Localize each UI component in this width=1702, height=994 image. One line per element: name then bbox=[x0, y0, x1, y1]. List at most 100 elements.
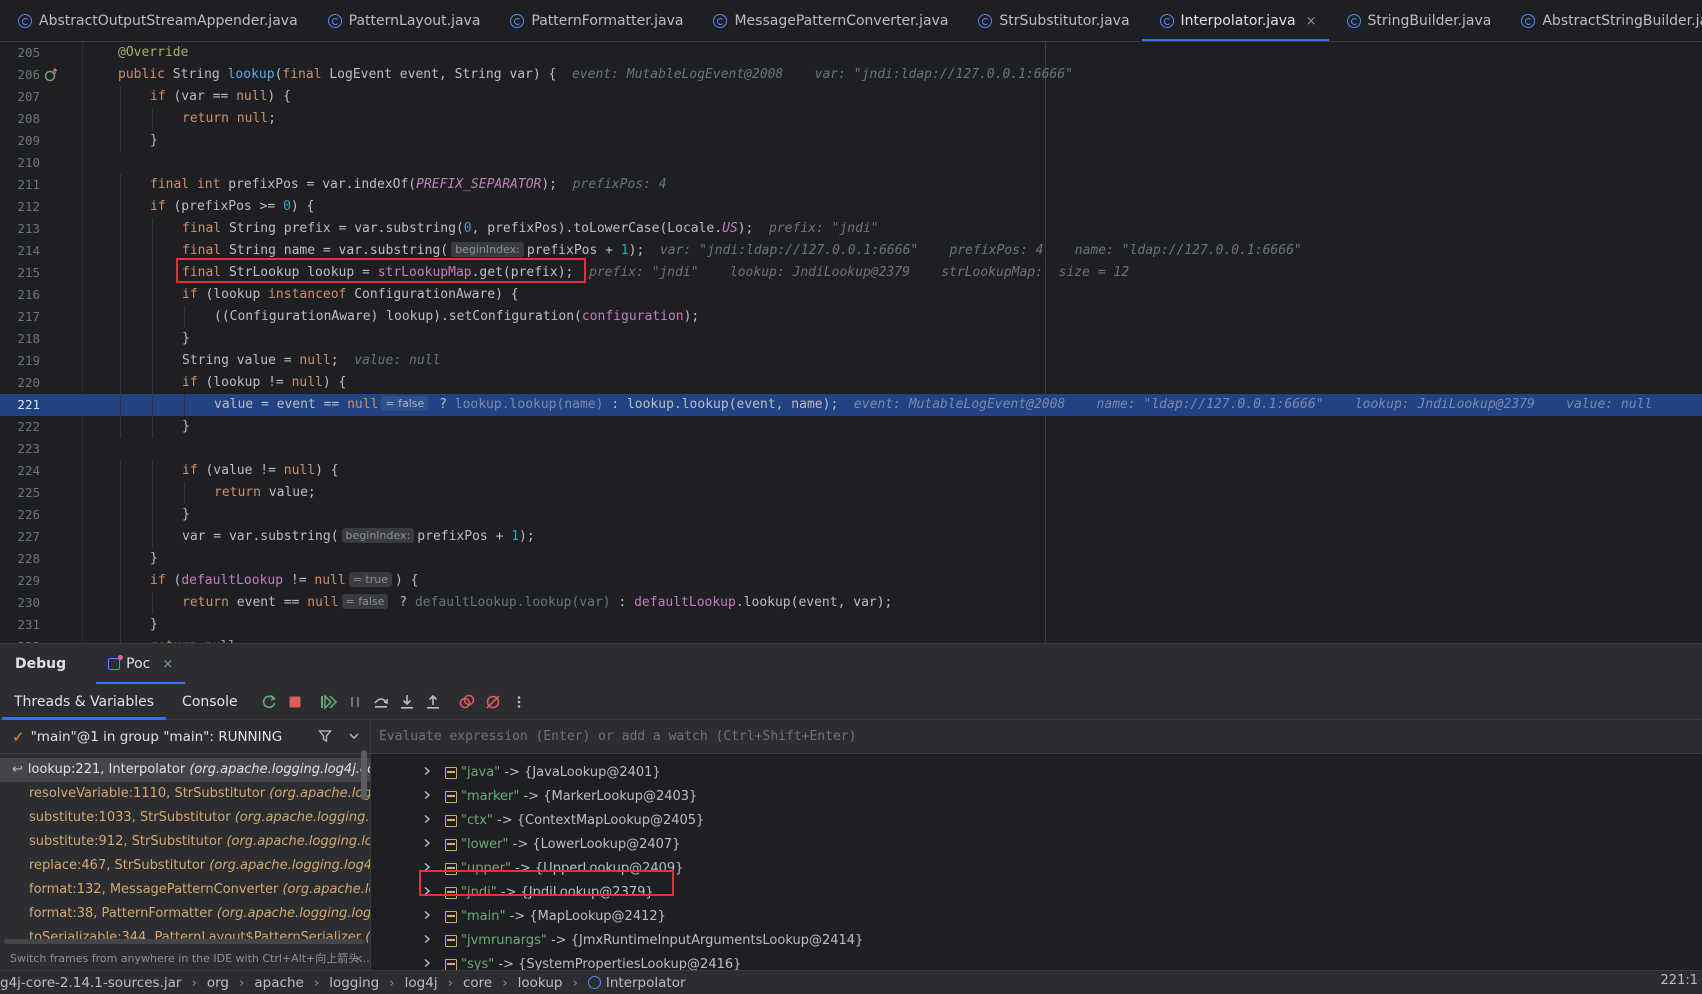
variable-row[interactable]: "sys" -> {SystemPropertiesLookup@2416} bbox=[371, 953, 1702, 970]
rerun-icon[interactable] bbox=[256, 689, 282, 715]
chevron-right-icon[interactable] bbox=[422, 905, 432, 929]
code-line[interactable]: 207 if (var == null) { bbox=[0, 86, 1702, 108]
close-icon[interactable]: × bbox=[1306, 14, 1317, 29]
chevron-down-icon[interactable] bbox=[348, 730, 360, 746]
chevron-right-icon[interactable] bbox=[422, 833, 432, 857]
evaluate-expression-input[interactable]: Evaluate expression (Enter) or add a wat… bbox=[371, 720, 1702, 754]
line-number[interactable]: 226 bbox=[0, 504, 40, 526]
breadcrumb-item[interactable]: g4j-core-2.14.1-sources.jar bbox=[0, 975, 181, 991]
chevron-right-icon[interactable] bbox=[422, 809, 432, 833]
frames-horizontal-scrollbar[interactable] bbox=[4, 939, 364, 944]
code-line[interactable]: 211 final int prefixPos = var.indexOf(PRE… bbox=[0, 174, 1702, 196]
code-line[interactable]: 205 @Override bbox=[0, 42, 1702, 64]
code-line[interactable]: 217 ((ConfigurationAware) lookup).setConf… bbox=[0, 306, 1702, 328]
variable-row[interactable]: "marker" -> {MarkerLookup@2403} bbox=[371, 785, 1702, 809]
editor-tab-strsubstitutor[interactable]: StrSubstitutor.java bbox=[960, 0, 1141, 41]
line-number[interactable]: 207 bbox=[0, 86, 40, 108]
code-line[interactable]: 218} bbox=[0, 328, 1702, 350]
tab-threads-variables[interactable]: Threads & Variables bbox=[0, 684, 168, 720]
line-number[interactable]: 205 bbox=[0, 42, 40, 64]
line-number[interactable]: 222 bbox=[0, 416, 40, 438]
tab-console[interactable]: Console bbox=[168, 684, 252, 720]
breadcrumb-item[interactable]: Interpolator bbox=[587, 975, 686, 991]
code-line[interactable]: 219 String value = null; value: null bbox=[0, 350, 1702, 372]
editor-tab-patternlayout[interactable]: PatternLayout.java bbox=[310, 0, 493, 41]
code-line[interactable]: 232 return null; bbox=[0, 636, 1702, 643]
more-options-icon[interactable] bbox=[506, 689, 532, 715]
line-number[interactable]: 216 bbox=[0, 284, 40, 306]
code-line[interactable]: 206 public String lookup(final LogEvent e… bbox=[0, 64, 1702, 86]
line-number[interactable]: 206 bbox=[0, 64, 40, 86]
code-line[interactable]: 223 bbox=[0, 438, 1702, 460]
breadcrumb-item[interactable]: apache bbox=[254, 975, 303, 991]
stack-frame[interactable]: resolveVariable:1110, StrSubstitutor (or… bbox=[0, 782, 370, 806]
line-number[interactable]: 210 bbox=[0, 152, 40, 174]
breadcrumb-item[interactable]: logging bbox=[329, 975, 379, 991]
line-number[interactable]: 221 bbox=[0, 394, 40, 416]
line-number[interactable]: 212 bbox=[0, 196, 40, 218]
code-line[interactable]: 230 return event == null = false ? default… bbox=[0, 592, 1702, 614]
chevron-right-icon[interactable] bbox=[422, 785, 432, 809]
resume-icon[interactable] bbox=[316, 689, 342, 715]
variable-row[interactable]: "jvmrunargs" -> {JmxRuntimeInputArgument… bbox=[371, 929, 1702, 953]
code-line[interactable]: 208 return null; bbox=[0, 108, 1702, 130]
stack-frame[interactable]: format:132, MessagePatternConverter (org… bbox=[0, 878, 370, 902]
editor-tab-interpolator[interactable]: Interpolator.java × bbox=[1141, 0, 1329, 41]
step-into-icon[interactable] bbox=[394, 689, 420, 715]
variable-row[interactable]: "lower" -> {LowerLookup@2407} bbox=[371, 833, 1702, 857]
line-number[interactable]: 220 bbox=[0, 372, 40, 394]
breadcrumb-item[interactable]: org bbox=[207, 975, 229, 991]
line-number[interactable]: 209 bbox=[0, 130, 40, 152]
caret-position[interactable]: 221:1 bbox=[1661, 973, 1698, 988]
line-number[interactable]: 225 bbox=[0, 482, 40, 504]
code-line[interactable]: 226} bbox=[0, 504, 1702, 526]
breadcrumb-item[interactable]: core bbox=[463, 975, 492, 991]
editor-tab-stringbuilder[interactable]: StringBuilder.java bbox=[1329, 0, 1504, 41]
code-line[interactable]: 224 if (value != null) { bbox=[0, 460, 1702, 482]
line-number[interactable]: 211 bbox=[0, 174, 40, 196]
step-over-icon[interactable] bbox=[368, 689, 394, 715]
stack-frame[interactable]: replace:467, StrSubstitutor (org.apache.… bbox=[0, 854, 370, 878]
current-execution-line[interactable]: 221 value = event == null = false ? lookup… bbox=[0, 394, 1702, 416]
code-line[interactable]: 210 bbox=[0, 152, 1702, 174]
code-line[interactable]: 212 if (prefixPos >= 0) { bbox=[0, 196, 1702, 218]
breadcrumb-item[interactable]: lookup bbox=[518, 975, 563, 991]
line-number[interactable]: 231 bbox=[0, 614, 40, 636]
line-number[interactable]: 228 bbox=[0, 548, 40, 570]
session-tab-poc[interactable]: Poc × bbox=[96, 644, 186, 685]
code-line[interactable]: 229 if (defaultLookup != null = true) { bbox=[0, 570, 1702, 592]
frames-vertical-scrollbar[interactable] bbox=[361, 750, 367, 800]
tip-close-icon[interactable]: × bbox=[354, 948, 363, 970]
chevron-right-icon[interactable] bbox=[422, 761, 432, 785]
line-number[interactable]: 213 bbox=[0, 218, 40, 240]
line-number[interactable]: 217 bbox=[0, 306, 40, 328]
stack-frame[interactable]: substitute:912, StrSubstitutor (org.apac… bbox=[0, 830, 370, 854]
line-number[interactable]: 229 bbox=[0, 570, 40, 592]
line-number[interactable]: 227 bbox=[0, 526, 40, 548]
pause-icon[interactable] bbox=[342, 689, 368, 715]
code-line[interactable]: 222} bbox=[0, 416, 1702, 438]
mute-breakpoints-icon[interactable] bbox=[480, 689, 506, 715]
close-icon[interactable]: × bbox=[162, 657, 173, 672]
code-line[interactable]: 231} bbox=[0, 614, 1702, 636]
line-number[interactable]: 219 bbox=[0, 350, 40, 372]
code-line[interactable]: 225 return value; bbox=[0, 482, 1702, 504]
code-line[interactable]: 209} bbox=[0, 130, 1702, 152]
code-line[interactable]: 213 final String prefix = var.substring(0… bbox=[0, 218, 1702, 240]
chevron-right-icon[interactable] bbox=[422, 929, 432, 953]
stack-frame-selected[interactable]: ↩ lookup:221, Interpolator (org.apache.lo… bbox=[0, 758, 370, 782]
line-number[interactable]: 214 bbox=[0, 240, 40, 262]
code-line[interactable]: 220 if (lookup != null) { bbox=[0, 372, 1702, 394]
chevron-right-icon[interactable] bbox=[422, 953, 432, 970]
code-line[interactable]: 228} bbox=[0, 548, 1702, 570]
breadcrumb-item[interactable]: log4j bbox=[405, 975, 438, 991]
line-number[interactable]: 224 bbox=[0, 460, 40, 482]
stack-frame[interactable]: toSerializable:344, PatternLayout$Patter… bbox=[0, 926, 370, 950]
thread-selector[interactable]: ✓ "main"@1 in group "main": RUNNING bbox=[0, 720, 370, 754]
editor-tab-abstractstringbuilder[interactable]: AbstractStringBuilder.java bbox=[1503, 0, 1702, 41]
variable-row[interactable]: "main" -> {MapLookup@2412} bbox=[371, 905, 1702, 929]
line-number[interactable]: 218 bbox=[0, 328, 40, 350]
code-line[interactable]: 216 if (lookup instanceof ConfigurationAw… bbox=[0, 284, 1702, 306]
view-breakpoints-icon[interactable] bbox=[454, 689, 480, 715]
stack-frame[interactable]: format:38, PatternFormatter (org.apache.… bbox=[0, 902, 370, 926]
